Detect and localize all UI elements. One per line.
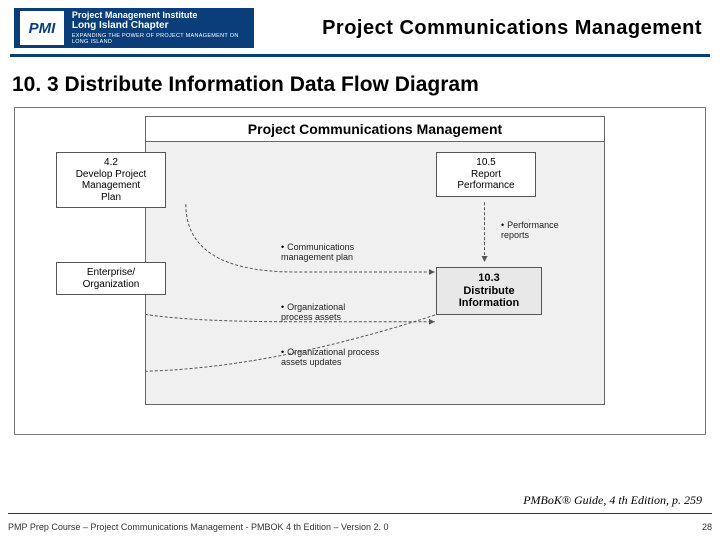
node-enterprise-org: Enterprise/Organization (56, 262, 166, 295)
diagram-body: 4.2Develop ProjectManagementPlan Enterpr… (146, 142, 604, 392)
logo-line1: Project Management Institute (72, 11, 248, 21)
header-title: Project Communications Management (254, 17, 706, 40)
pmi-logo: PMI Project Management Institute Long Is… (14, 8, 254, 48)
citation: PMBoK® Guide, 4 th Edition, p. 259 (523, 493, 702, 508)
node-develop-plan: 4.2Develop ProjectManagementPlan (56, 152, 166, 208)
logo-text: Project Management Institute Long Island… (72, 11, 248, 46)
diagram-frame: Project Communications Management 4.2Dev… (14, 107, 706, 435)
logo-tagline: EXPANDING THE POWER OF PROJECT MANAGEMEN… (72, 33, 248, 45)
footer: PMP Prep Course – Project Communications… (8, 522, 712, 532)
diagram-group: Project Communications Management 4.2Dev… (145, 116, 605, 405)
node-report-performance: 10.5ReportPerformance (436, 152, 536, 197)
footer-rule (8, 513, 712, 514)
label-comm-mgmt-plan: Communicationsmanagement plan (281, 242, 354, 263)
footer-page-number: 28 (702, 522, 712, 532)
logo-badge: PMI (20, 11, 64, 45)
slide-title: 10. 3 Distribute Information Data Flow D… (0, 57, 720, 107)
node-distribute-information: 10.3DistributeInformation (436, 267, 542, 315)
label-performance-reports: Performancereports (501, 220, 559, 241)
label-org-process-assets: Organizationalprocess assets (281, 302, 345, 323)
diagram-group-title: Project Communications Management (146, 117, 604, 142)
header: PMI Project Management Institute Long Is… (0, 0, 720, 54)
logo-line2: Long Island Chapter (72, 20, 248, 31)
data-flow-diagram: Project Communications Management 4.2Dev… (145, 116, 605, 405)
label-org-process-assets-updates: Organizational processassets updates (281, 347, 379, 368)
footer-left: PMP Prep Course – Project Communications… (8, 522, 389, 532)
